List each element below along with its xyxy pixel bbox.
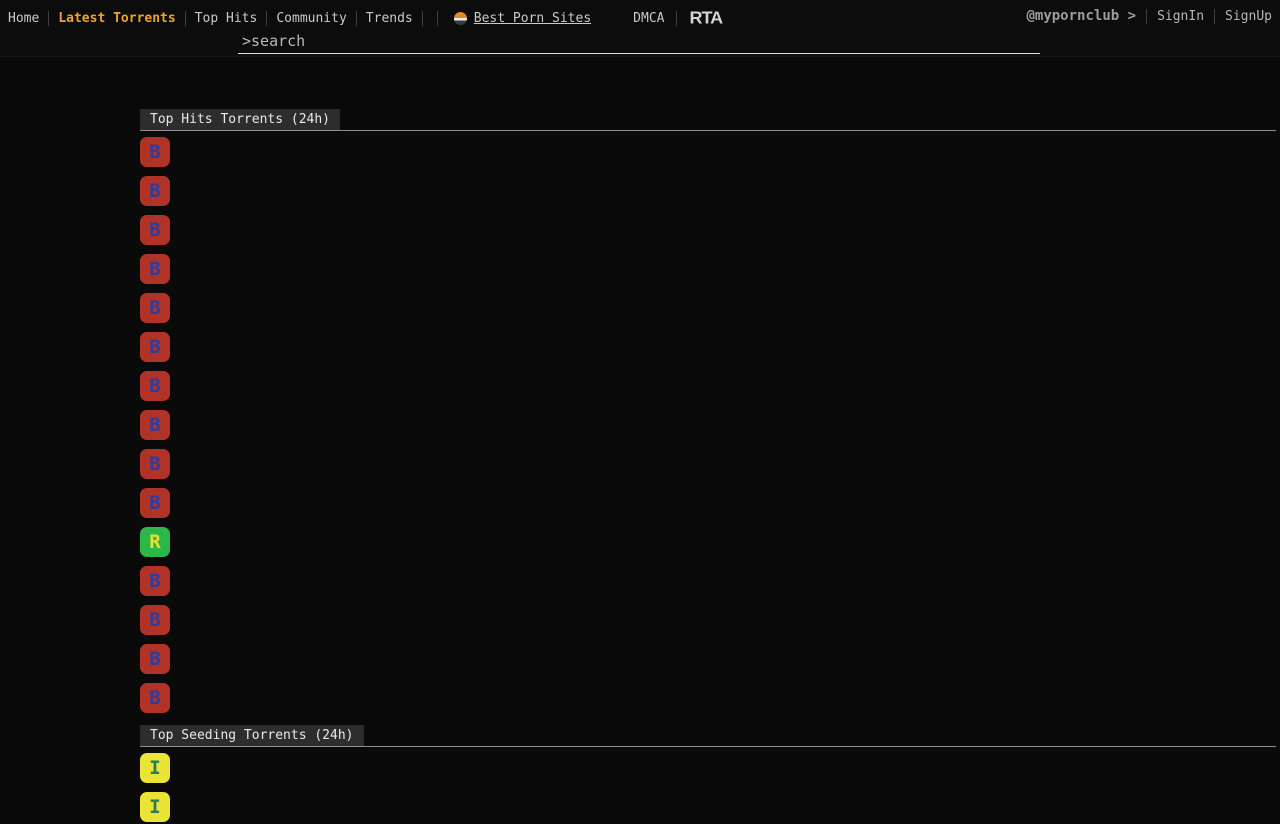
- channel-avatar[interactable]: I: [140, 792, 170, 822]
- channel-avatar[interactable]: B: [140, 137, 170, 167]
- avatar-letter: B: [149, 377, 160, 396]
- channel-avatar[interactable]: B: [140, 449, 170, 479]
- torrent-row: B @Burunddel_yps > NEW OnlyFans Mandy Br…: [140, 644, 1276, 676]
- torrent-section: Top Seeding Torrents (24h) I @ILUVY_yps …: [140, 724, 1276, 824]
- torrent-row-text: @Burunddel_yps > NEW OnlyFans Bianxxxkie…: [178, 176, 1212, 208]
- avatar-letter: B: [149, 182, 160, 201]
- avatar-letter: R: [149, 533, 160, 552]
- torrent-row-text: @Burunddel_yps > NEW Onlyfans MILF POV A…: [178, 371, 1212, 403]
- torrent-row-text: @Burunddel_yps > NEW OnlyFans BBW Best S…: [178, 137, 1212, 169]
- torrent-row: B @Burunddel_yps > NEW Onlyfans MILF POV…: [140, 371, 1276, 403]
- nav-home[interactable]: Home: [8, 11, 48, 26]
- top-navigation-bar: Home Latest Torrents Top Hits Community …: [0, 0, 1280, 57]
- section-title: Top Hits Torrents (24h): [140, 109, 340, 130]
- torrent-row-text: @Burunddel_yps > NEW OnlyFans MacarenaXX…: [178, 293, 1212, 325]
- emoji-face-icon: [454, 12, 467, 25]
- avatar-letter: B: [149, 338, 160, 357]
- nav-divider: [422, 11, 423, 26]
- torrent-row-text: @Burunddel_yps > NEW WoodmanCastingX San…: [178, 254, 1212, 286]
- torrent-row: B @Burunddel_yps > NEW OnlyFans Macarena…: [140, 293, 1276, 325]
- nav-top-hits[interactable]: Top Hits: [186, 11, 267, 26]
- torrent-list: I @ILUVY_yps > New Sisi Rose Has Very Ha…: [140, 753, 1276, 824]
- torrent-row-text: @Burunddel_yps > NEW OnlyFans Tina Yoshi…: [178, 566, 1212, 598]
- channel-avatar[interactable]: B: [140, 488, 170, 518]
- search-input[interactable]: [238, 30, 1040, 54]
- torrent-row-text: @Burunddel_yps > NEW OnlyFans Lily Phill…: [178, 605, 1212, 637]
- account-nav: @mypornclub > SignIn SignUp: [1026, 8, 1272, 24]
- torrent-sections: Top Hits Torrents (24h) B @Burunddel_yps…: [140, 108, 1276, 824]
- best-porn-sites-link[interactable]: Best Porn Sites: [454, 11, 591, 26]
- torrent-row: B @Burunddel_yps > NEW Onlyfans Sara Ret…: [140, 332, 1276, 364]
- signup-link[interactable]: SignUp: [1215, 9, 1272, 24]
- chevron-right-icon: >: [1128, 8, 1136, 24]
- account-handle: @mypornclub: [1026, 8, 1119, 24]
- nav-divider: [437, 11, 438, 26]
- torrent-row-text: @Burunddel_yps > NEW OnlyFans Melanie Ma…: [178, 215, 1212, 247]
- avatar-letter: B: [149, 689, 160, 708]
- channel-avatar[interactable]: R: [140, 527, 170, 557]
- channel-avatar[interactable]: B: [140, 605, 170, 635]
- nav-trends[interactable]: Trends: [357, 11, 422, 26]
- avatar-letter: B: [149, 455, 160, 474]
- avatar-letter: B: [149, 299, 160, 318]
- channel-avatar[interactable]: I: [140, 753, 170, 783]
- torrent-row-text: @Burunddel_yps > NEW Onlyfans Sara Retal…: [178, 332, 1212, 364]
- torrent-row: B @Burunddel_yps > NEW OnlyFans Gattouz0…: [140, 449, 1276, 481]
- torrent-row-text: @ILUVY_yps > New Sisi Rose Has Very Hard…: [178, 753, 1076, 785]
- channel-avatar[interactable]: B: [140, 332, 170, 362]
- nav-community[interactable]: Community: [267, 11, 355, 26]
- channel-avatar[interactable]: B: [140, 644, 170, 674]
- torrent-row-text: @RIPNsfw222_yps > New Lily Phillips http…: [178, 527, 1212, 559]
- avatar-letter: I: [149, 798, 160, 817]
- torrent-row-text: @Burunddel_yps > NEW OnlyFans Jade Hutch…: [178, 410, 1212, 442]
- torrent-row: I @ILUVY_yps > New Kissa Sins Roadside B…: [140, 792, 1276, 824]
- torrent-row: B @Burunddel_yps > NEW OnlyFans Tina Yos…: [140, 566, 1276, 598]
- channel-avatar[interactable]: B: [140, 215, 170, 245]
- avatar-letter: B: [149, 572, 160, 591]
- search-bar: [238, 30, 1040, 54]
- avatar-letter: B: [149, 650, 160, 669]
- section-header: Top Seeding Torrents (24h): [140, 724, 1276, 747]
- account-link[interactable]: @mypornclub >: [1026, 8, 1146, 24]
- torrent-row: B @Burunddel_yps > NEW OnlyFans Bianxxxk…: [140, 176, 1276, 208]
- channel-avatar[interactable]: B: [140, 176, 170, 206]
- torrent-row: I @ILUVY_yps > New Sisi Rose Has Very Ha…: [140, 753, 1276, 785]
- torrent-row: B @Burunddel_yps > NEW OnlyFans Jade Hut…: [140, 410, 1276, 442]
- torrent-row-text: @Burunddel_yps > NEW OnlyFans Mandy Brig…: [178, 644, 1212, 676]
- torrent-row: B @Burunddel_yps > NEW OnlyFans Lily Phi…: [140, 605, 1276, 637]
- nav-latest-torrents[interactable]: Latest Torrents: [49, 11, 184, 26]
- channel-avatar[interactable]: B: [140, 410, 170, 440]
- avatar-letter: B: [149, 260, 160, 279]
- torrent-row: B @Burunddel_yps > NEW Onlyfans MaySeeds…: [140, 488, 1276, 520]
- rta-logo[interactable]: RTA: [689, 9, 722, 29]
- channel-avatar[interactable]: B: [140, 683, 170, 713]
- section-title: Top Seeding Torrents (24h): [140, 725, 364, 746]
- torrent-row-text: @Burunddel_yps > NEW OnlyFans Gattouz0, …: [178, 449, 1212, 481]
- torrent-list: B @Burunddel_yps > NEW OnlyFans BBW Best…: [140, 137, 1276, 715]
- torrent-row: R @RIPNsfw222_yps > New Lily Phillips ht…: [140, 527, 1276, 559]
- torrent-row: B @Burunddel_yps > NEW OnlyFans Melanie …: [140, 215, 1276, 247]
- torrent-row-text: @Burunddel_yps > NEW OnlyFans Kennedy Ma…: [178, 683, 1212, 715]
- avatar-letter: B: [149, 494, 160, 513]
- signin-link[interactable]: SignIn: [1147, 9, 1214, 24]
- torrent-row: B @Burunddel_yps > NEW OnlyFans Kennedy …: [140, 683, 1276, 715]
- avatar-letter: B: [149, 143, 160, 162]
- torrent-row: B @Burunddel_yps > NEW WoodmanCastingX S…: [140, 254, 1276, 286]
- torrent-section: Top Hits Torrents (24h) B @Burunddel_yps…: [140, 108, 1276, 715]
- avatar-letter: B: [149, 416, 160, 435]
- channel-avatar[interactable]: B: [140, 254, 170, 284]
- avatar-letter: B: [149, 611, 160, 630]
- nav-divider: [676, 11, 677, 26]
- avatar-letter: I: [149, 759, 160, 778]
- torrent-row-text: @ILUVY_yps > New Kissa Sins Roadside BG …: [178, 792, 1061, 824]
- avatar-letter: B: [149, 221, 160, 240]
- section-header: Top Hits Torrents (24h): [140, 108, 1276, 131]
- nav-dmca[interactable]: DMCA: [621, 11, 676, 26]
- channel-avatar[interactable]: B: [140, 293, 170, 323]
- channel-avatar[interactable]: B: [140, 371, 170, 401]
- best-porn-sites-label: Best Porn Sites: [474, 11, 591, 26]
- torrent-row-text: @Burunddel_yps > NEW Onlyfans MaySeeds A…: [178, 488, 1212, 520]
- torrent-row: B @Burunddel_yps > NEW OnlyFans BBW Best…: [140, 137, 1276, 169]
- channel-avatar[interactable]: B: [140, 566, 170, 596]
